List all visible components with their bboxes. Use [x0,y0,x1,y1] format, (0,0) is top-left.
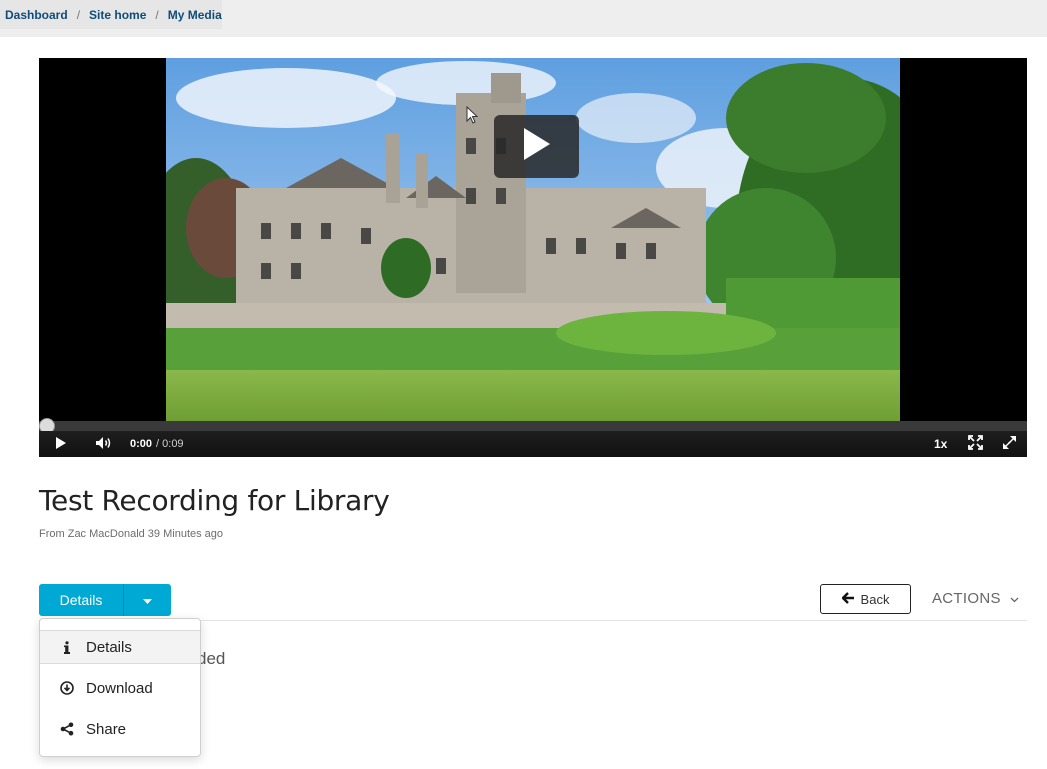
info-icon [60,640,74,654]
breadcrumb: Dashboard / Site home / My Media [0,0,222,29]
breadcrumb-bar: Dashboard / Site home / My Media [0,0,1047,37]
volume-icon [95,436,112,453]
menu-item-share[interactable]: Share [40,712,200,746]
tab-dropdown-menu: Details Download Share [39,618,201,757]
menu-item-label: Details [86,638,132,656]
details-tab-button[interactable]: Details [39,584,123,616]
actions-label: ACTIONS [932,590,1001,607]
mouse-cursor-icon [466,105,479,129]
progress-bar[interactable] [39,418,1027,434]
tab-dropdown-toggle[interactable] [123,584,171,616]
big-play-button[interactable] [494,115,579,178]
share-icon [60,722,74,736]
expand-button[interactable] [1002,431,1017,457]
video-frame[interactable] [166,58,900,421]
breadcrumb-site-home[interactable]: Site home [89,8,146,22]
obscured-content-text: ded [197,649,226,668]
playback-speed-button[interactable]: 1x [934,431,947,457]
page-title: Test Recording for Library [39,484,390,517]
fullscreen-icon [968,435,983,453]
menu-item-details[interactable]: Details [40,630,200,664]
breadcrumb-my-media[interactable]: My Media [168,8,222,22]
menu-item-label: Share [86,720,127,738]
duration: / 0:09 [156,438,184,450]
big-play-icon [522,126,552,167]
time-display: 0:00 / 0:09 [130,431,184,457]
current-time: 0:00 [130,438,153,450]
back-label: Back [860,591,890,607]
video-player[interactable]: 0:00 / 0:09 1x [39,58,1027,457]
fullscreen-button[interactable] [968,431,983,457]
media-meta: From Zac MacDonald 39 Minutes ago [39,528,224,540]
actions-dropdown[interactable]: ACTIONS [932,590,1019,607]
menu-item-download[interactable]: Download [40,671,200,705]
caret-down-icon [143,591,152,609]
expand-icon [1002,435,1017,453]
player-controls: 0:00 / 0:09 1x [39,431,1027,457]
chevron-down-icon [1010,590,1019,607]
breadcrumb-dashboard[interactable]: Dashboard [5,8,68,22]
play-button[interactable] [55,431,67,457]
download-icon [60,681,74,695]
volume-button[interactable] [95,431,112,457]
menu-item-label: Download [86,679,153,697]
breadcrumb-separator: / [155,7,159,22]
breadcrumb-separator: / [76,7,81,22]
back-button[interactable]: Back [820,584,911,614]
play-icon [55,436,67,453]
arrow-left-icon [840,591,855,607]
